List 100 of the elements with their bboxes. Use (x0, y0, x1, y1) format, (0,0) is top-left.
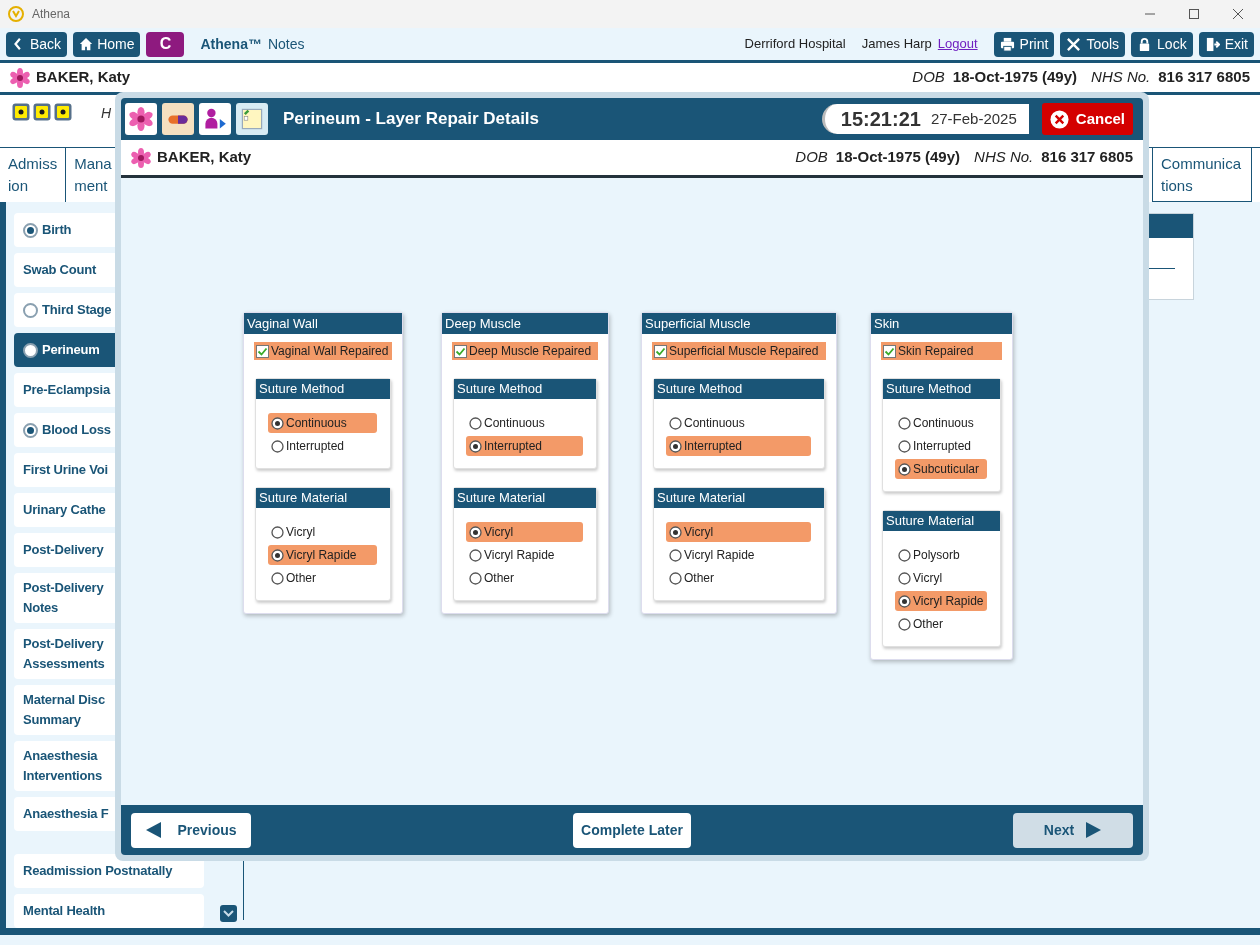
home-icon (79, 36, 94, 52)
radio-icon (271, 571, 284, 585)
patient-name: BAKER, Katy (36, 67, 131, 88)
group-header: Suture Material (883, 511, 1000, 531)
patient-name: BAKER, Katy (157, 147, 252, 168)
radio-option[interactable]: Polysorb (895, 545, 988, 565)
radio-icon (669, 525, 682, 539)
hospital-name: Derriford Hospital (744, 35, 846, 54)
exit-button[interactable]: Exit (1198, 31, 1254, 57)
section-header: Skin (871, 313, 1012, 334)
flower-icon (131, 147, 151, 168)
radio-option[interactable]: Vicryl Rapide (268, 545, 377, 565)
notepad-icon (240, 107, 264, 131)
radio-option[interactable]: Other (466, 568, 584, 588)
sidebar-item[interactable]: Mental Health (14, 894, 204, 928)
dob-label: DOB (912, 67, 945, 88)
radio-icon (271, 439, 284, 453)
printer-icon (999, 36, 1015, 52)
flower-icon (129, 107, 153, 131)
radio-option[interactable]: Vicryl (895, 568, 988, 588)
back-button[interactable]: Back (6, 31, 68, 57)
radio-icon (669, 548, 682, 562)
radio-icon (898, 548, 911, 562)
previous-button[interactable]: Previous (131, 812, 251, 848)
exit-icon (1204, 36, 1220, 52)
radio-icon (469, 548, 482, 562)
radio-icon (669, 439, 682, 453)
checkbox-icon (256, 344, 269, 358)
radio-icon (469, 416, 482, 430)
radio-icon (898, 439, 911, 453)
radio-option[interactable]: Other (895, 614, 988, 634)
radio-option[interactable]: Subcuticular (895, 459, 987, 479)
checkbox-icon (883, 344, 896, 358)
radio-icon (898, 571, 911, 585)
checkbox-icon (654, 344, 667, 358)
radio-option[interactable]: Interrupted (666, 436, 811, 456)
complete-later-button[interactable]: Complete Later (573, 812, 691, 848)
flower-icon (10, 67, 30, 88)
radio-icon (669, 571, 682, 585)
flower-button[interactable] (125, 103, 157, 135)
radio-option[interactable]: Continuous (466, 413, 584, 433)
sidebar-item[interactable]: Readmission Postnatally (14, 854, 204, 888)
scroll-down-icon[interactable] (220, 905, 237, 922)
dialog-title: Perineum - Layer Repair Details (283, 108, 540, 131)
app-name: Athena™ (200, 34, 262, 54)
close-icon[interactable] (1232, 8, 1244, 20)
logout-link[interactable]: Logout (937, 34, 978, 54)
dob-value: 18-Oct-1975 (49y) (835, 147, 961, 168)
home-button[interactable]: Home (73, 31, 141, 57)
repaired-checkbox[interactable]: Skin Repaired (881, 342, 1002, 360)
nhs-number: 816 317 6805 (1158, 67, 1250, 88)
radio-icon (469, 525, 482, 539)
header-text: H (101, 104, 112, 123)
group-header: Suture Method (256, 379, 390, 399)
radio-option[interactable]: Continuous (895, 413, 988, 433)
section-header: Deep Muscle (442, 313, 608, 334)
person-arrow-button[interactable] (199, 103, 231, 135)
group-header: Suture Material (454, 488, 596, 508)
radio-option[interactable]: Vicryl (466, 522, 583, 542)
user-name: James Harp (861, 35, 932, 54)
triangle-left-icon (145, 821, 164, 839)
lock-button[interactable]: Lock (1131, 31, 1193, 57)
maximize-icon[interactable] (1188, 8, 1200, 20)
radio-option[interactable]: Interrupted (268, 436, 378, 456)
cancel-button[interactable]: Cancel (1041, 103, 1133, 135)
group-header: Suture Material (654, 488, 824, 508)
radio-option[interactable]: Interrupted (466, 436, 583, 456)
radio-icon (271, 548, 284, 562)
repaired-checkbox[interactable]: Superficial Muscle Repaired (652, 342, 826, 360)
repaired-checkbox[interactable]: Deep Muscle Repaired (452, 342, 598, 360)
print-button[interactable]: Print (993, 31, 1055, 57)
group-header: Suture Method (883, 379, 1000, 399)
section-header: Superficial Muscle (642, 313, 836, 334)
date-text: 27-Feb-2025 (930, 108, 1017, 129)
c-button[interactable]: C (146, 31, 185, 57)
group-header: Suture Material (256, 488, 390, 508)
radio-option[interactable]: Vicryl (268, 522, 378, 542)
nhs-label: NHS No. (974, 147, 1034, 168)
section-header: Vaginal Wall (244, 313, 402, 334)
radio-icon (271, 525, 284, 539)
capsule-button[interactable] (162, 103, 194, 135)
radio-option[interactable]: Vicryl Rapide (666, 545, 812, 565)
radio-option[interactable]: Vicryl Rapide (895, 591, 987, 611)
radio-option[interactable]: Other (666, 568, 812, 588)
close-circle-icon (1049, 109, 1069, 129)
radio-icon (898, 462, 911, 476)
dob-value: 18-Oct-1975 (49y) (952, 67, 1078, 88)
radio-option[interactable]: Interrupted (895, 436, 988, 456)
radio-icon (469, 439, 482, 453)
checkbox-icon (454, 344, 467, 358)
triangle-right-icon (1084, 821, 1103, 839)
radio-option[interactable]: Other (268, 568, 378, 588)
radio-option[interactable]: Vicryl Rapide (466, 545, 584, 565)
tools-button[interactable]: Tools (1060, 31, 1126, 57)
nhs-number: 816 317 6805 (1041, 147, 1133, 168)
radio-option[interactable]: Continuous (666, 413, 812, 433)
radio-option[interactable]: Continuous (268, 413, 377, 433)
group-header: Suture Method (654, 379, 824, 399)
repaired-checkbox[interactable]: Vaginal Wall Repaired (254, 342, 392, 360)
radio-option[interactable]: Vicryl (666, 522, 811, 542)
